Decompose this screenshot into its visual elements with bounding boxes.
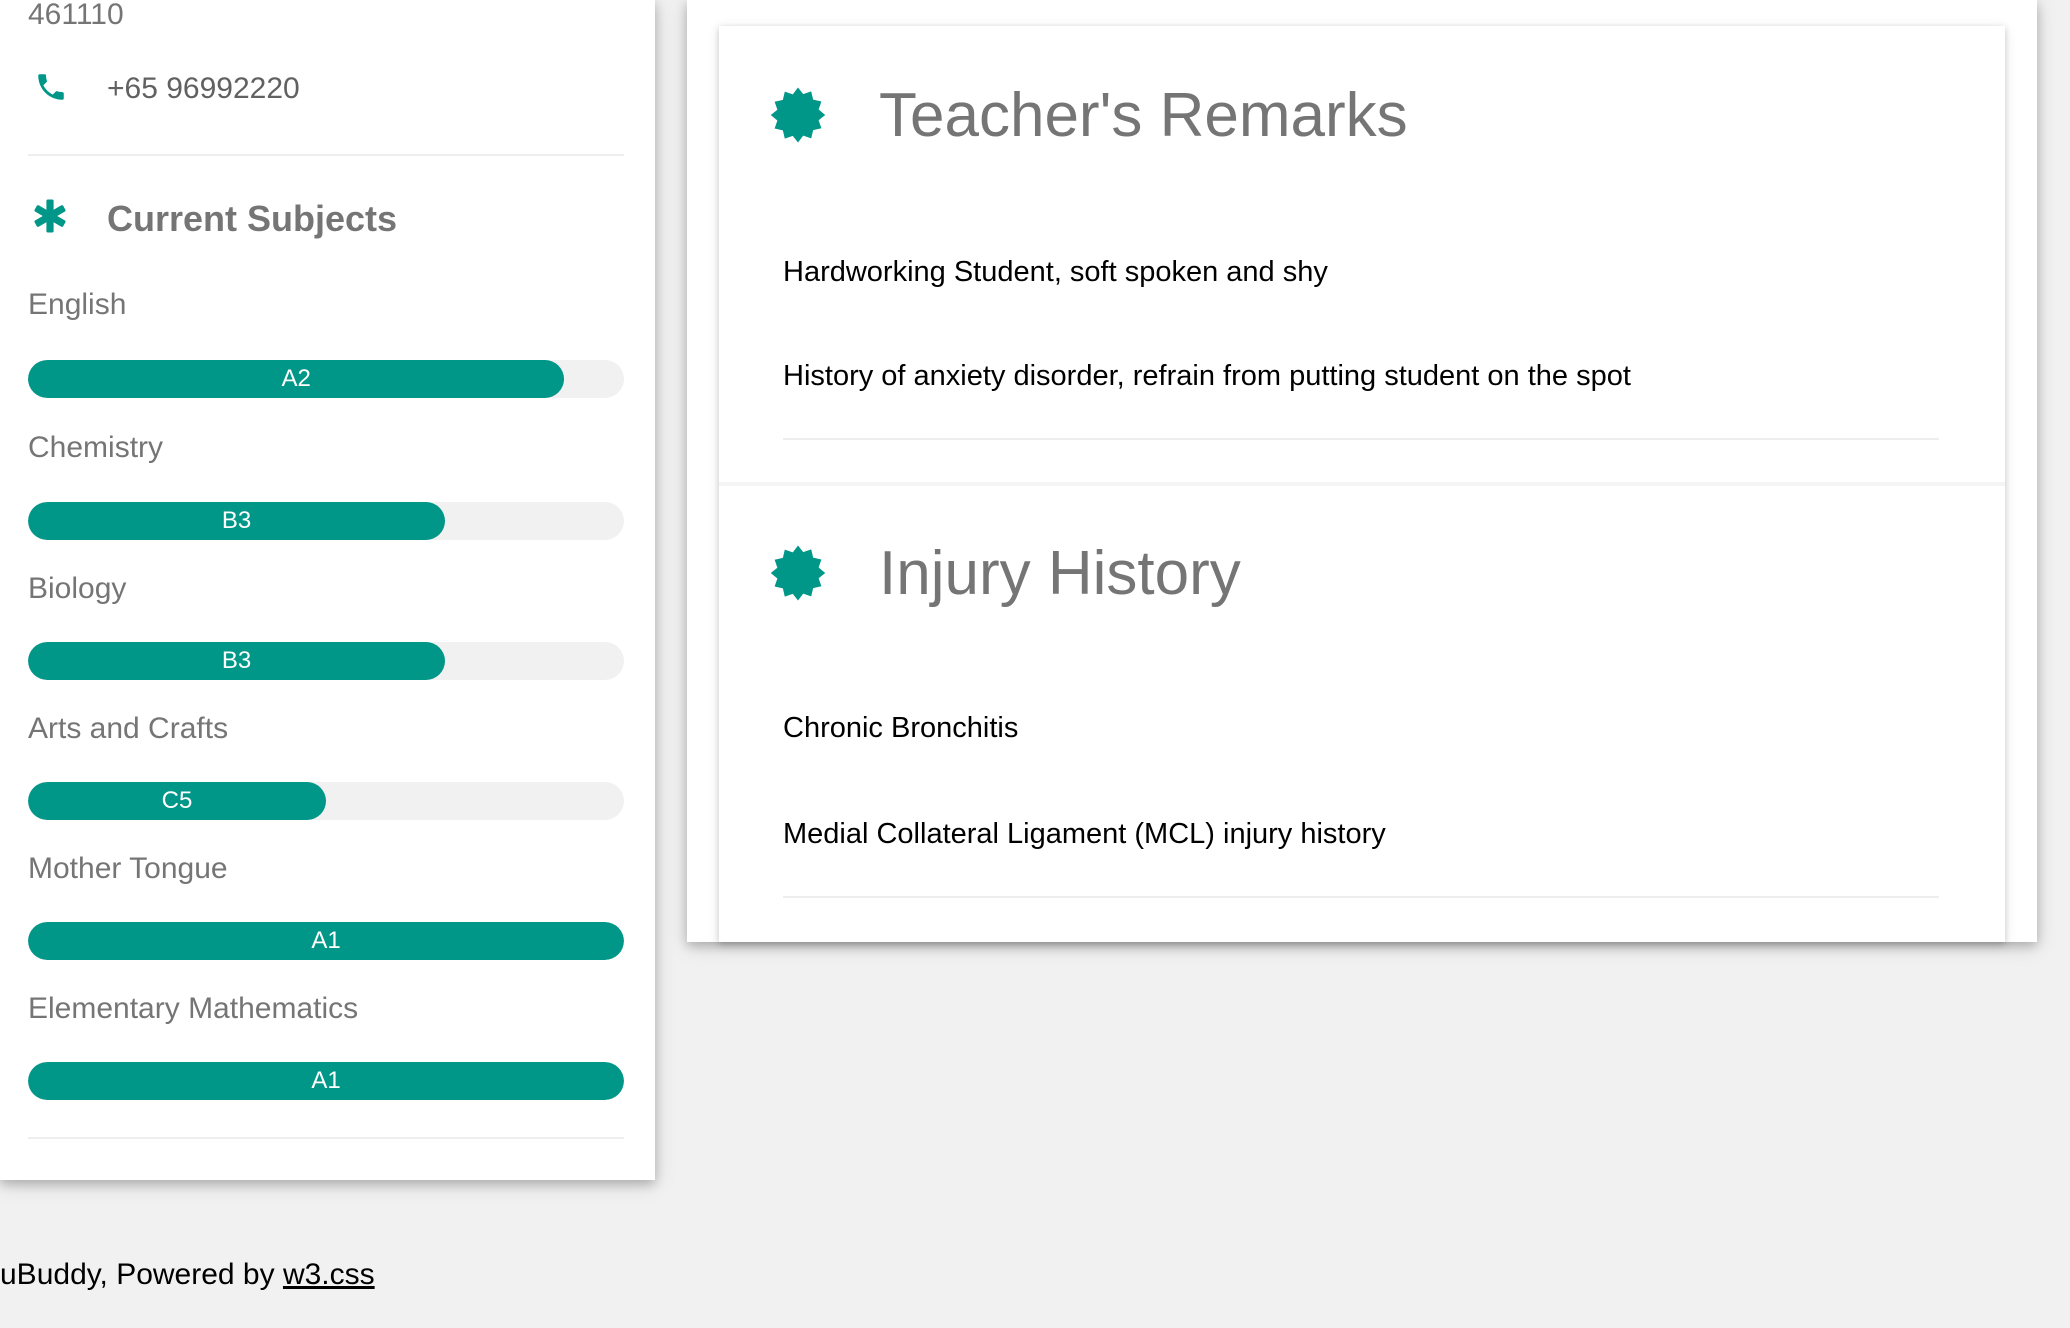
- subject-english: English A2: [28, 286, 624, 398]
- subject-chemistry: Chemistry B3: [28, 429, 624, 540]
- grade-bar-fill: A2: [28, 360, 565, 398]
- divider: [28, 1137, 624, 1139]
- subject-label: Mother Tongue: [28, 852, 228, 885]
- divider: [783, 438, 1939, 440]
- subjects-title: Current Subjects: [107, 198, 398, 239]
- notes-card: Teacher's Remarks Hardworking Student, s…: [719, 26, 2005, 942]
- grade-bar-fill: A1: [28, 922, 624, 960]
- phone-number: +65 96992220: [107, 72, 300, 105]
- subject-mother-tongue: Mother Tongue A1: [28, 850, 624, 960]
- injury-line: Medial Collateral Ligament (MCL) injury …: [783, 818, 1386, 850]
- divider: [783, 896, 1939, 898]
- subject-elementary-mathematics: Elementary Mathematics A1: [28, 990, 624, 1100]
- grade-bar: A2: [28, 360, 624, 398]
- remark-line: History of anxiety disorder, refrain fro…: [783, 360, 1631, 392]
- grade-bar: A1: [28, 1062, 624, 1100]
- divider: [28, 154, 624, 156]
- footer: uBuddy, Powered by w3.css: [0, 1258, 375, 1292]
- profile-card: 461110 +65 96992220 Current Subjects Eng…: [0, 0, 655, 1180]
- certificate-icon: [770, 87, 826, 143]
- grade-bar-fill: B3: [28, 642, 446, 680]
- subject-label: Elementary Mathematics: [28, 992, 359, 1025]
- subject-arts-and-crafts: Arts and Crafts C5: [28, 710, 624, 820]
- subject-label: English: [28, 288, 127, 321]
- w3css-link[interactable]: w3.css: [283, 1258, 375, 1291]
- subject-label: Arts and Crafts: [28, 712, 229, 745]
- injury-line: Chronic Bronchitis: [783, 712, 1019, 744]
- subject-label: Biology: [28, 572, 127, 605]
- postal-code: 461110: [28, 0, 124, 31]
- grade-bar-fill: C5: [28, 782, 326, 820]
- footer-text: uBuddy, Powered by: [0, 1258, 283, 1291]
- grade-bar: B3: [28, 642, 624, 680]
- notes-panel: Teacher's Remarks Hardworking Student, s…: [687, 0, 2037, 942]
- grade-bar-fill: B3: [28, 502, 446, 540]
- certificate-icon: [770, 545, 826, 601]
- remarks-title: Teacher's Remarks: [879, 81, 1408, 150]
- subject-label: Chemistry: [28, 431, 164, 464]
- grade-bar: C5: [28, 782, 624, 820]
- grade-bar: B3: [28, 502, 624, 540]
- phone-icon: [38, 74, 64, 100]
- section-separator: [719, 482, 2005, 486]
- grade-bar-fill: A1: [28, 1062, 624, 1100]
- remark-line: Hardworking Student, soft spoken and shy: [783, 256, 1328, 288]
- injury-title: Injury History: [879, 539, 1241, 608]
- subject-biology: Biology B3: [28, 570, 624, 680]
- grade-bar: A1: [28, 922, 624, 960]
- asterisk-icon: [34, 199, 66, 233]
